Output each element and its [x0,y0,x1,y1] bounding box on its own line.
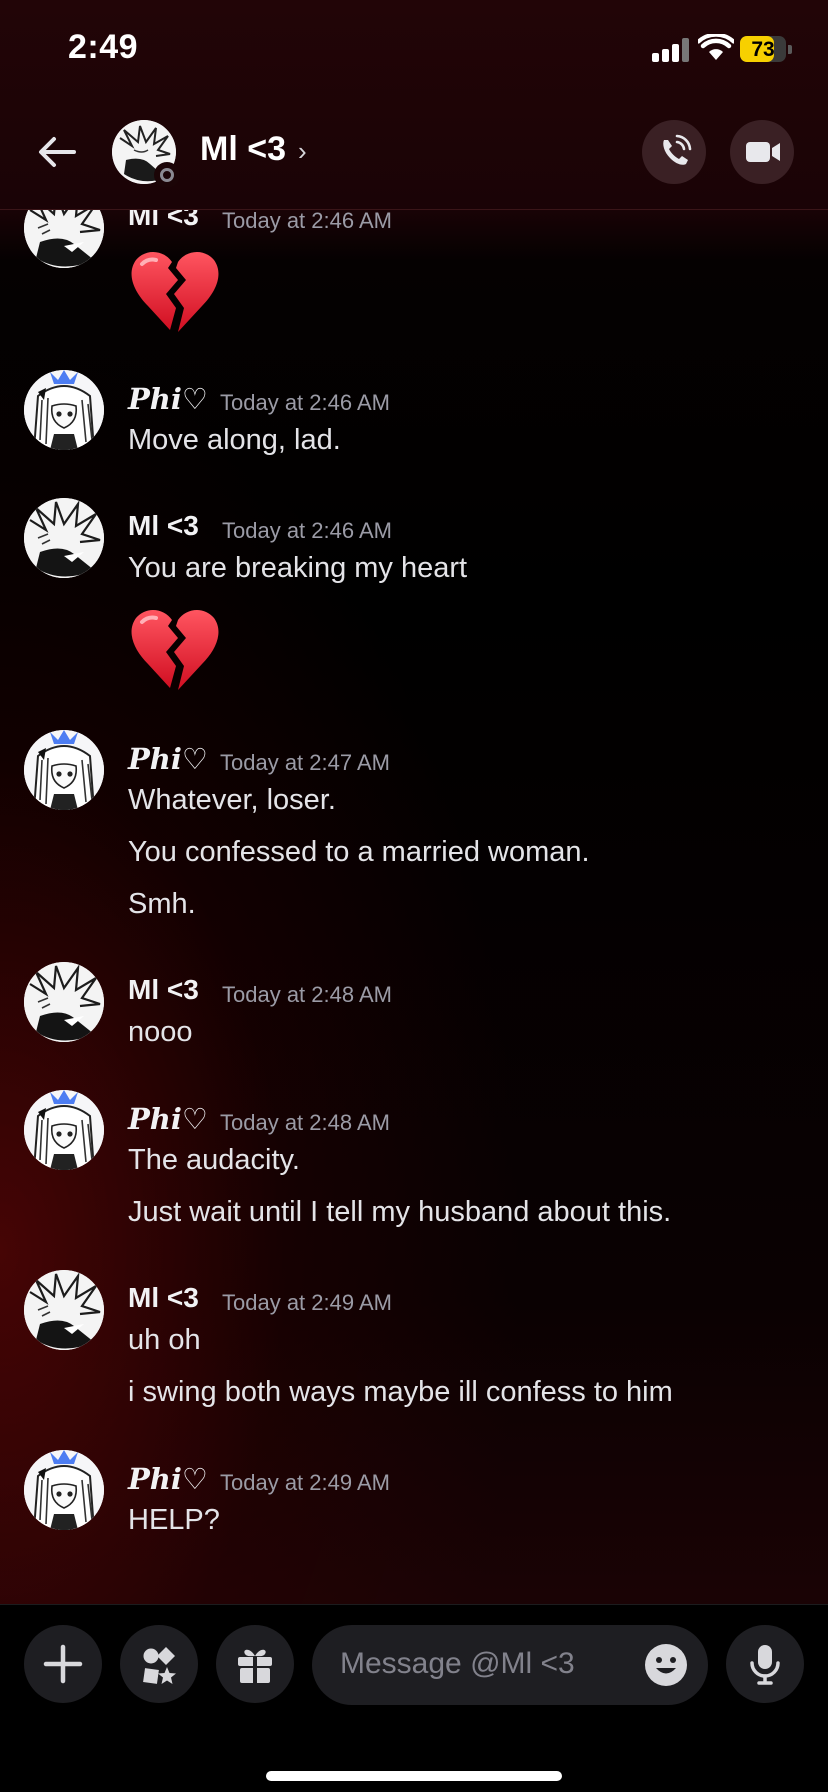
message-timestamp: Today at 2:47 AM [220,750,390,775]
chevron-right-icon[interactable]: › [298,136,307,167]
video-camera-icon [746,142,780,162]
conversation-header: Ml <3 › [0,100,828,210]
message-text[interactable]: nooo [128,1016,193,1049]
author-name[interactable]: Phi♡ [128,382,208,416]
message-text[interactable]: i swing both ways maybe ill confess to h… [128,1376,673,1409]
gift-icon [238,1649,272,1683]
phone-call-icon [663,134,692,165]
author-name[interactable]: Phi♡ [128,1462,208,1496]
broken-heart-icon[interactable] [128,606,220,694]
author-name[interactable]: Phi♡ [128,742,208,776]
microphone-icon [750,1645,780,1685]
message-text[interactable]: HELP? [128,1504,220,1537]
apps-button[interactable] [120,1625,198,1703]
message-input-placeholder: Message @Ml <3 [340,1647,575,1680]
author-avatar[interactable] [24,730,104,810]
message-timestamp: Today at 2:48 AM [220,1110,390,1135]
battery-icon: 73 [740,36,792,62]
header-avatar[interactable] [112,120,180,188]
message-text[interactable]: Smh. [128,888,196,921]
message-group: Phi♡ Today at 2:48 AM The audacity. Just wa… [0,1090,828,1270]
message-text[interactable]: You confessed to a married woman. [128,836,590,869]
message-group: Ml <3 Today at 2:49 AM uh oh i swing both w… [0,1270,828,1450]
status-bar: 2:49 73 [0,0,828,100]
author-name[interactable]: Ml <3 [128,510,199,542]
message-text[interactable]: Whatever, loser. [128,784,336,817]
author-avatar[interactable] [24,498,104,578]
voice-message-button[interactable] [726,1625,804,1703]
author-name[interactable]: Phi♡ [128,1102,208,1136]
author-avatar[interactable] [24,370,104,450]
author-avatar[interactable] [24,1270,104,1350]
message-group: Phi♡ Today at 2:47 AM Whatever, loser. You … [0,730,828,920]
author-avatar[interactable] [24,962,104,1042]
video-call-button[interactable] [730,120,794,184]
gift-button[interactable] [216,1625,294,1703]
message-text[interactable]: Just wait until I tell my husband about … [128,1196,671,1229]
message-timestamp: Today at 2:46 AM [222,208,392,233]
attach-button[interactable] [24,1625,102,1703]
plus-icon [43,1644,83,1684]
author-name[interactable]: Ml <3 [128,1282,199,1314]
wifi-icon [698,34,734,60]
message-text[interactable]: You are breaking my heart [128,552,467,585]
composer-bar: Message @Ml <3 [0,1604,828,1792]
battery-percent: 73 [751,38,775,61]
message-timestamp: Today at 2:46 AM [220,390,390,415]
message-timestamp: Today at 2:46 AM [222,518,392,543]
status-time: 2:49 [68,28,139,66]
message-text[interactable]: The audacity. [128,1144,300,1177]
offline-status-icon [154,162,180,188]
message-timestamp: Today at 2:49 AM [220,1470,390,1495]
cellular-signal-icon [652,38,690,62]
voice-call-button[interactable] [642,120,706,184]
message-input[interactable]: Message @Ml <3 [312,1625,708,1705]
apps-icon [143,1647,176,1684]
header-name[interactable]: Ml <3 [200,130,286,169]
author-name[interactable]: Ml <3 [128,974,199,1006]
broken-heart-icon[interactable] [128,248,220,336]
message-timestamp: Today at 2:49 AM [222,1290,392,1315]
home-indicator [266,1771,562,1781]
emoji-icon[interactable] [642,1641,690,1689]
author-avatar[interactable] [24,1090,104,1170]
message-text[interactable]: uh oh [128,1324,201,1357]
screen: 2:49 73 Ml <3 › Ml <3 Today at 2:46 AM P… [0,0,828,1792]
message-group: Ml <3 Today at 2:46 AM You are breaking my… [0,498,828,690]
message-text[interactable]: Move along, lad. [128,424,341,457]
back-arrow-icon[interactable] [34,130,78,174]
message-group: Phi♡ Today at 2:49 AM HELP? [0,1450,828,1630]
author-avatar[interactable] [24,1450,104,1530]
message-timestamp: Today at 2:48 AM [222,982,392,1007]
